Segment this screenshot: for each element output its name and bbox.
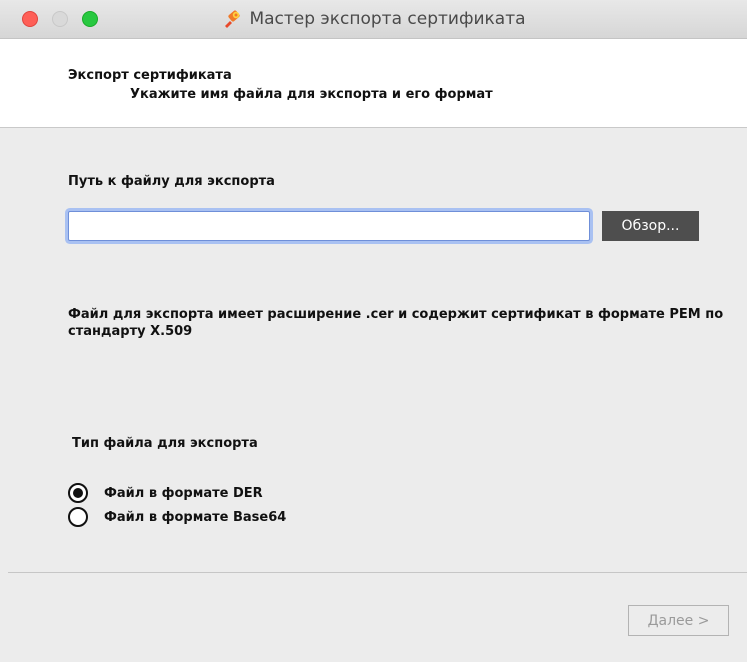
title-bar: Мастер экспорта сертификата (0, 0, 747, 39)
window-title: Мастер экспорта сертификата (249, 9, 526, 29)
radio-label-der: Файл в формате DER (104, 485, 263, 501)
export-info-text: Файл для экспорта имеет расширение .cer … (68, 307, 724, 339)
export-certificate-wizard-window: Мастер экспорта сертификата Экспорт серт… (0, 0, 747, 662)
radio-button-der[interactable] (68, 483, 88, 503)
footer-divider (8, 572, 747, 573)
export-path-input[interactable] (68, 211, 590, 241)
export-path-label: Путь к файлу для экспорта (68, 174, 275, 189)
wizard-step-subtitle: Укажите имя файла для экспорта и его фор… (130, 87, 493, 102)
radio-label-base64: Файл в формате Base64 (104, 509, 287, 525)
next-button[interactable]: Далее > (628, 605, 729, 636)
radio-option-der[interactable]: Файл в формате DER (68, 482, 263, 504)
browse-button[interactable]: Обзор... (602, 211, 699, 241)
wizard-step-title: Экспорт сертификата (68, 68, 232, 83)
certificate-ribbon-icon (225, 10, 241, 28)
radio-option-base64[interactable]: Файл в формате Base64 (68, 506, 286, 528)
wizard-header: Экспорт сертификата Укажите имя файла дл… (0, 39, 747, 128)
radio-button-base64[interactable] (68, 507, 88, 527)
file-type-label: Тип файла для экспорта (72, 436, 258, 451)
window-title-group: Мастер экспорта сертификата (0, 0, 747, 38)
